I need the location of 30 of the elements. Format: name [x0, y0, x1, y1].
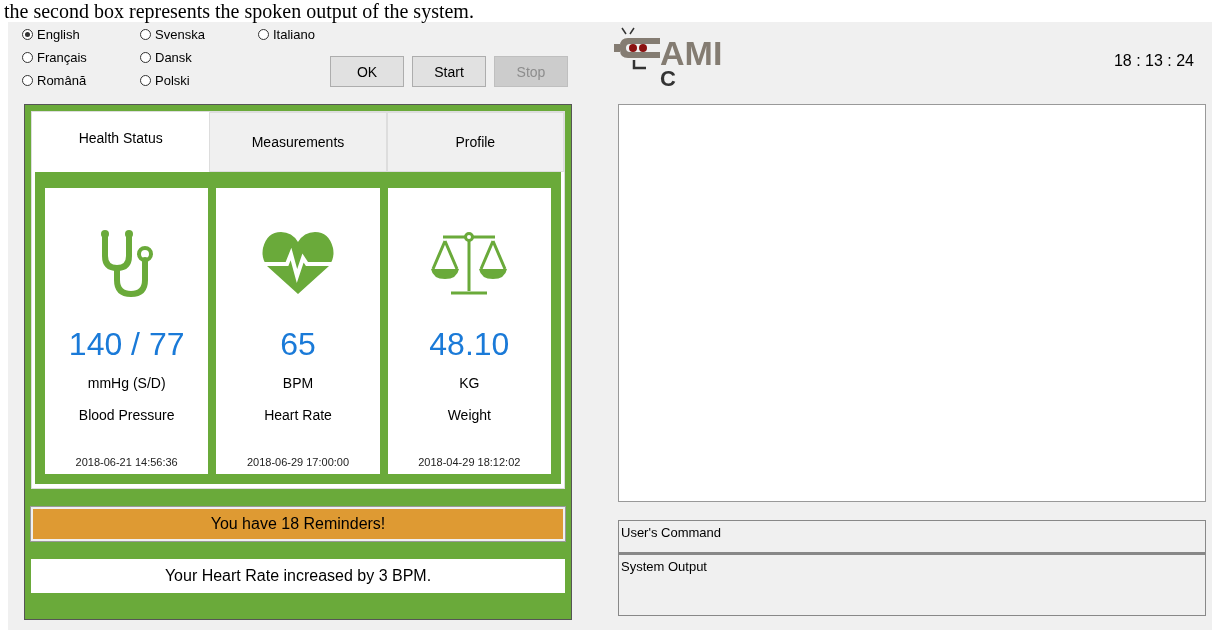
- document-caption: the second box represents the spoken output of the system.: [3, 0, 475, 22]
- measurement-unit: BPM: [282, 375, 314, 391]
- action-button[interactable]: OK: [330, 56, 404, 87]
- language-radio[interactable]: Dansk: [140, 49, 258, 66]
- output-field[interactable]: User's Command: [618, 520, 1206, 554]
- measurement-time: 2018-06-21 14:56:36: [75, 456, 178, 468]
- language-radio[interactable]: Polski: [140, 72, 258, 89]
- tab[interactable]: Profile: [386, 112, 564, 172]
- notification-message: Your Heart Rate increased by 3 BPM.: [31, 559, 565, 593]
- language-radio[interactable]: Français: [22, 49, 140, 66]
- clock-text: 18 : 13 : 24: [1113, 52, 1194, 70]
- language-radio[interactable]: Română: [22, 72, 140, 89]
- logo-robot-icon: [612, 26, 662, 70]
- language-radio[interactable]: Svenska: [140, 26, 258, 43]
- measurement-name: Heart Rate: [264, 407, 332, 423]
- measurement-time: 2018-04-29 18:12:02: [418, 456, 521, 468]
- measurement-value: 48.10: [429, 326, 510, 363]
- measurement-name: Blood Pressure: [78, 407, 175, 423]
- output-field[interactable]: System Output: [618, 554, 1206, 616]
- measurement-value: 65: [280, 326, 316, 363]
- language-radio[interactable]: Italiano: [258, 26, 338, 43]
- measurement-unit: mmHg (S/D): [87, 375, 166, 391]
- measurement-time: 2018-06-29 17:00:00: [246, 456, 350, 468]
- language-radio[interactable]: English: [22, 26, 140, 43]
- measurement-value: 140 / 77: [68, 326, 185, 363]
- reminder-banner[interactable]: You have 18 Reminders!: [31, 507, 565, 541]
- measurement-name: Weight: [447, 407, 491, 423]
- measurement-unit: KG: [459, 375, 480, 391]
- action-button[interactable]: Start: [412, 56, 486, 87]
- tab[interactable]: Measurements: [209, 112, 387, 172]
